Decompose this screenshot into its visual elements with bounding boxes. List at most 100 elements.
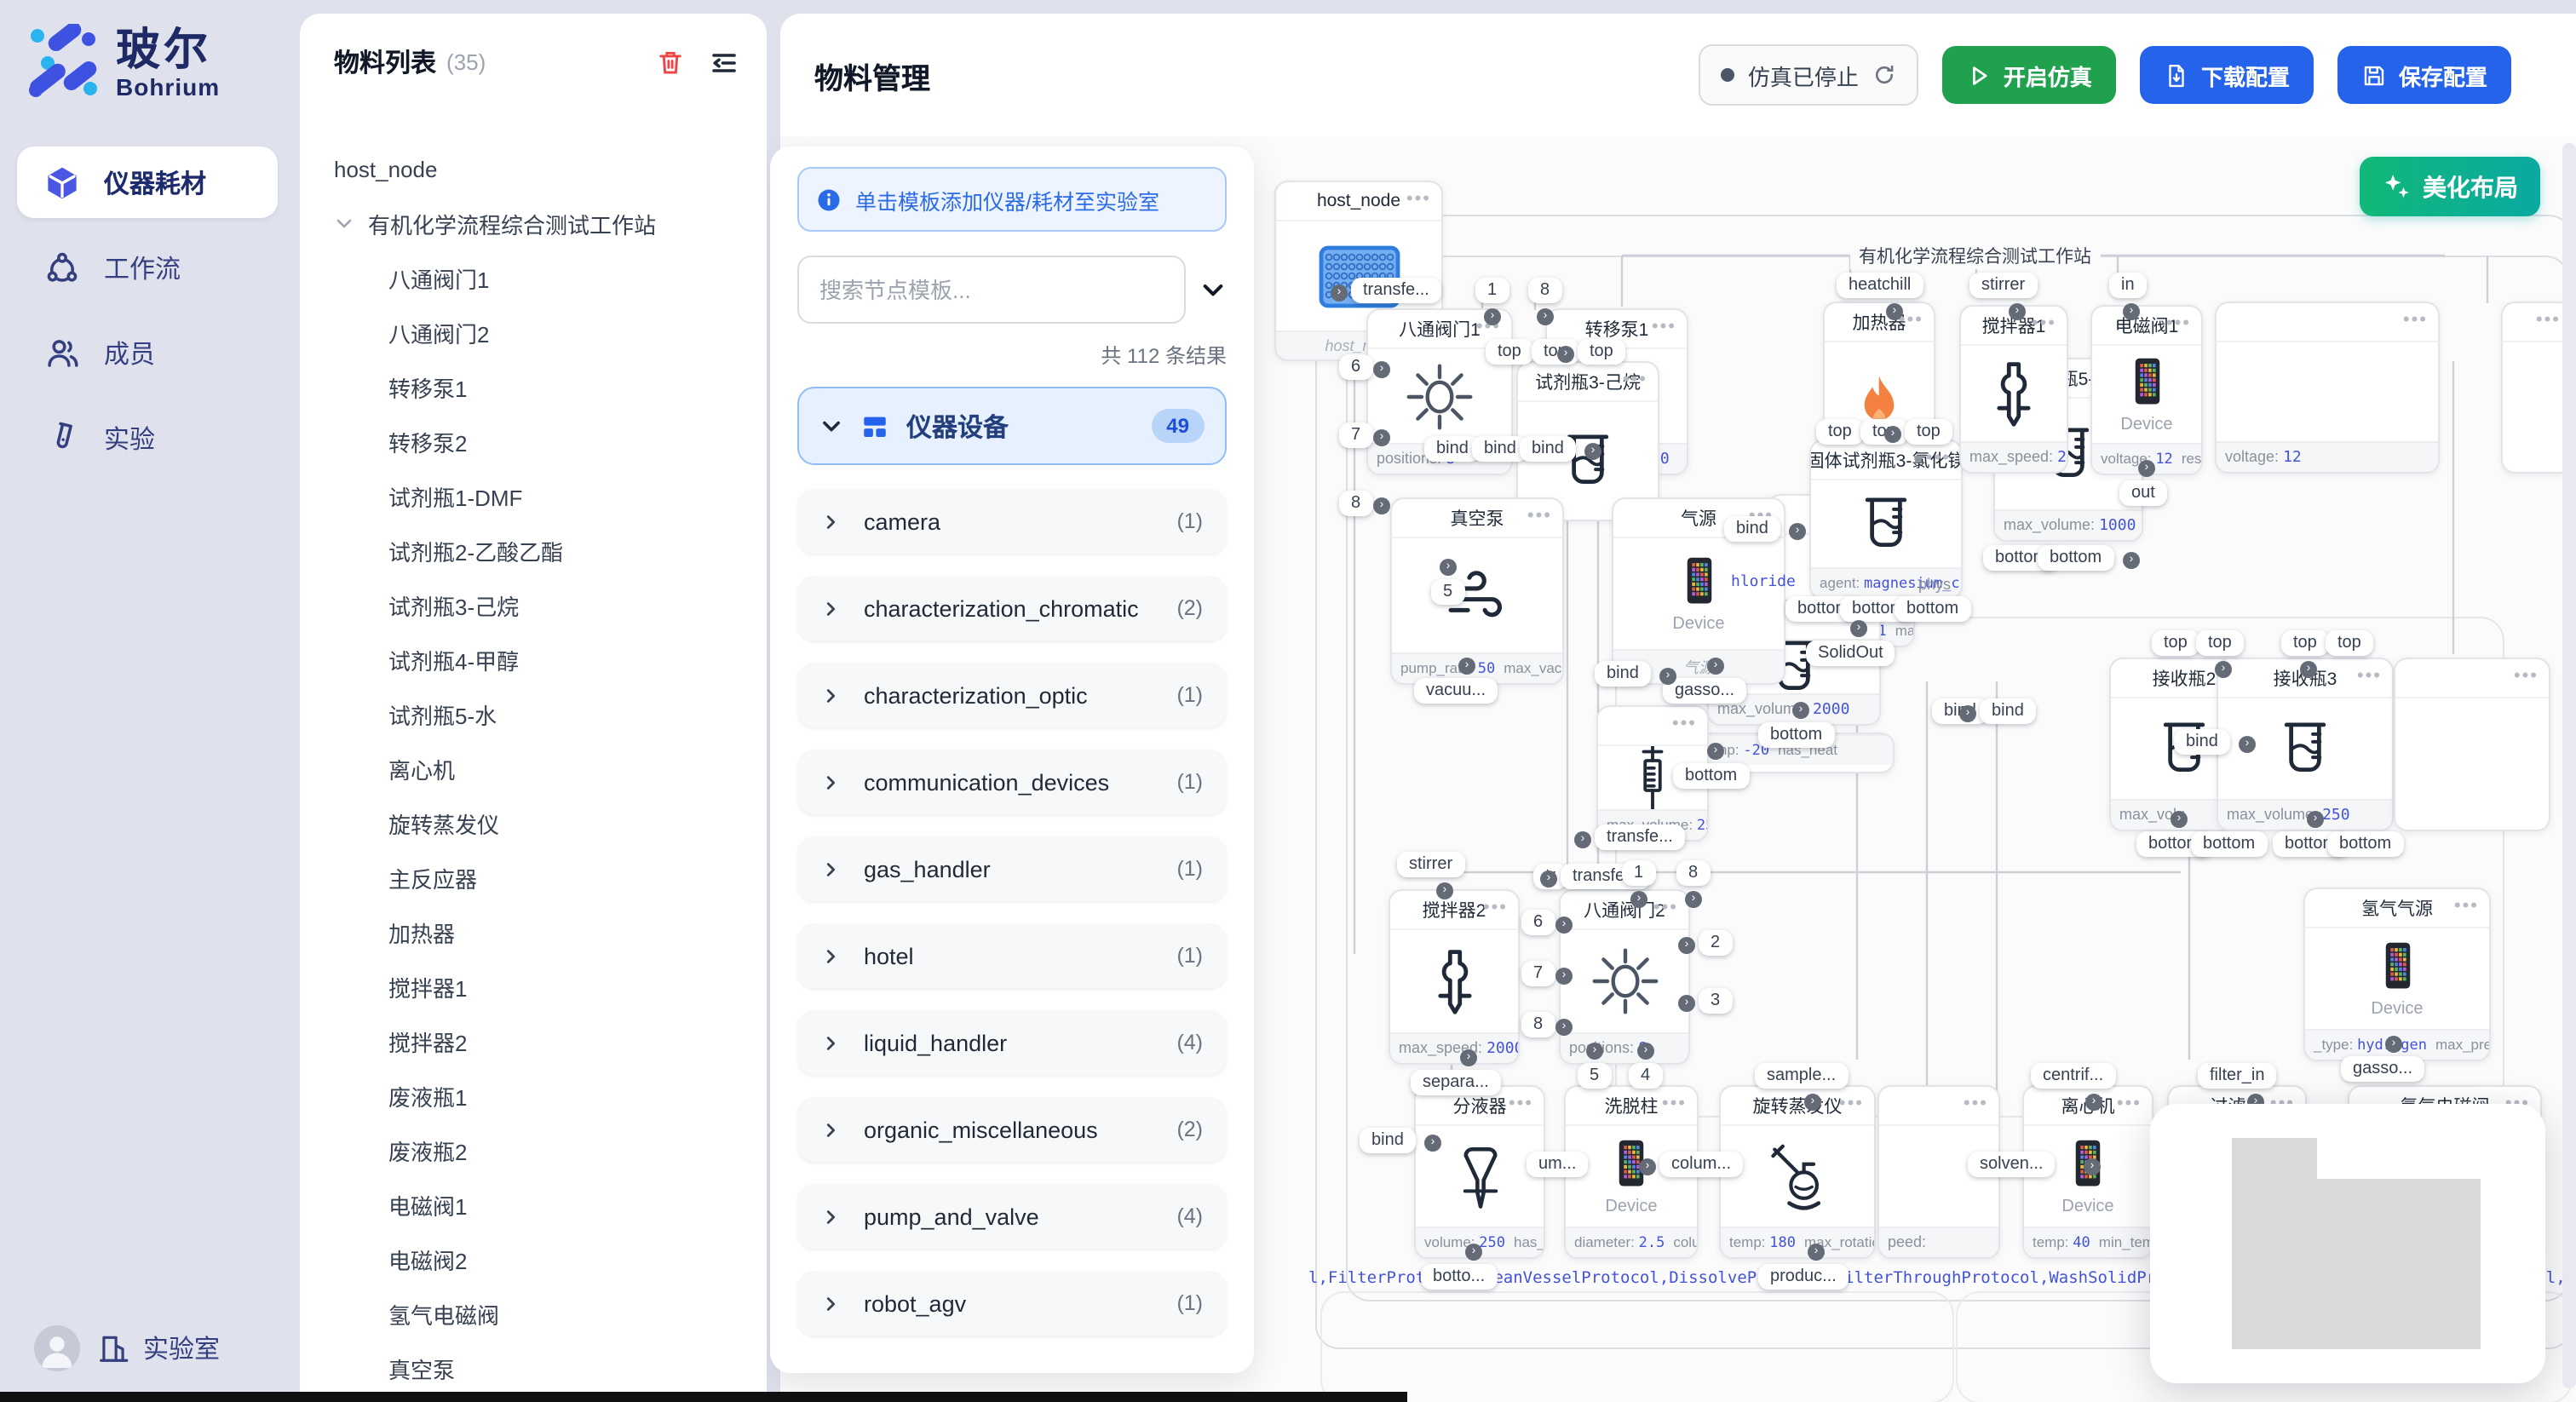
port-pill-um[interactable]: um... [1527,1152,1588,1177]
node-menu-icon[interactable]: ••• [2536,310,2561,330]
node-menu-icon[interactable]: ••• [1662,1094,1687,1114]
node-menu-icon[interactable]: ••• [1406,189,1431,210]
port-pill-transfe[interactable]: transfe... [1351,278,1441,303]
port-pill-7[interactable]: 7 [1339,422,1372,448]
tree-item[interactable]: 八通阀门1 [334,250,767,305]
sidebar-item-1[interactable]: 工作流 [17,232,278,303]
canvas-node-电磁阀1[interactable]: 电磁阀1 •••Devicevoltage: 12response_time: … [2090,305,2203,475]
trash-icon[interactable] [656,48,685,77]
chevron-down-icon[interactable] [334,213,354,233]
port-pill-stirrer[interactable]: stirrer [1969,273,2037,298]
port-pill-gasso[interactable]: gasso... [1663,678,1746,704]
node-menu-icon[interactable]: ••• [2505,1094,2530,1114]
port-pill-vacuu[interactable]: vacuu... [1414,678,1498,704]
category-camera[interactable]: camera(1) [797,489,1227,554]
port-pill-top[interactable]: top [1578,339,1625,365]
tree-item[interactable]: 废液瓶2 [334,1123,767,1177]
sidebar-item-2[interactable]: 成员 [17,317,278,388]
tree-item-root[interactable]: host_node [334,141,767,196]
port-pill-bottom[interactable]: bottom [2038,545,2113,571]
canvas-node-氢气电磁阀[interactable]: 氢气电磁阀 •••Device [2348,1085,2542,1259]
canvas-node-分液器[interactable]: 分液器 ••• volume: 250has_phases: true [1414,1085,1545,1259]
category-communication_devices[interactable]: communication_devices(1) [797,750,1227,814]
port-pill-bottom[interactable]: bottom [1673,763,1749,789]
category-characterization_optic[interactable]: characterization_optic(1) [797,663,1227,727]
node-menu-icon[interactable]: ••• [1652,317,1676,337]
port-pill-6[interactable]: 6 [1339,354,1372,380]
port-pill-top[interactable]: top [1905,419,1952,445]
node-menu-icon[interactable]: ••• [1926,448,1951,468]
canvas-node-真空泵[interactable]: 真空泵 ••• pump_rate: 50max_vacuum: 0.1 [1390,497,1564,685]
port-pill-botto[interactable]: botto... [1421,1264,1497,1290]
category-hotel[interactable]: hotel(1) [797,923,1227,988]
port-pill-top[interactable]: top [2152,630,2199,656]
tree-item[interactable]: 电磁阀2 [334,1232,767,1286]
port-pill-top[interactable]: top [1486,339,1533,365]
category-characterization_chromatic[interactable]: characterization_chromatic(2) [797,576,1227,641]
node-menu-icon[interactable]: ••• [1509,1094,1533,1114]
node-menu-icon[interactable]: ••• [2032,313,2056,334]
avatar[interactable] [34,1325,80,1371]
node-menu-icon[interactable]: ••• [2117,1094,2142,1114]
category-organic_miscellaneous[interactable]: organic_miscellaneous(2) [797,1097,1227,1162]
tree-item[interactable]: 搅拌器2 [334,1014,767,1068]
port-pill-8[interactable]: 8 [1528,278,1561,303]
port-pill-1[interactable]: 1 [1622,860,1655,886]
node-menu-icon[interactable]: ••• [1483,898,1508,918]
port-pill-heatchill[interactable]: heatchill [1837,273,1923,298]
canvas-node-固体试剂瓶3-氯化镁[interactable]: 固体试剂瓶3-氯化镁 ••• agent: magnesium_chloride [1809,440,1963,600]
port-pill-4[interactable]: 4 [1629,1063,1662,1089]
collapse-list-icon[interactable] [709,47,739,78]
tree-item[interactable]: 氢气电磁阀 [334,1286,767,1341]
tree-item[interactable]: 电磁阀1 [334,1177,767,1232]
collapse-all-icon[interactable] [1199,276,1227,303]
save-config-button[interactable]: 保存配置 [2337,46,2511,104]
port-pill-gasso[interactable]: gasso... [2341,1056,2424,1082]
port-pill-transfe[interactable]: transfe... [1595,825,1685,850]
port-pill-stirrer[interactable]: stirrer [1397,852,1464,877]
port-pill-top[interactable]: top [1532,339,1579,365]
download-config-button[interactable]: 下载配置 [2140,46,2314,104]
port-pill-separa[interactable]: separa... [1411,1070,1501,1095]
tree-item[interactable]: 离心机 [334,741,767,796]
node-menu-icon[interactable]: ••• [2454,896,2479,916]
tree-item[interactable]: 废液瓶1 [334,1068,767,1123]
port-pill-1[interactable]: 1 [1475,278,1509,303]
node-menu-icon[interactable]: ••• [1527,506,1552,526]
port-pill-bind[interactable]: bind [2174,729,2230,755]
port-pill-top[interactable]: top [1816,419,1864,445]
port-pill-SolidOut[interactable]: SolidOut [1806,641,1895,666]
port-pill-bind[interactable]: bind [1595,661,1651,687]
tree-item[interactable]: 试剂瓶4-甲醇 [334,632,767,687]
port-pill-8[interactable]: 8 [1521,1012,1555,1037]
node-menu-icon[interactable]: ••• [1839,1094,1864,1114]
port-pill-5[interactable]: 5 [1431,579,1464,605]
port-pill-2[interactable]: 2 [1699,930,1732,956]
port-pill-centrif[interactable]: centrif... [2031,1063,2115,1089]
node-menu-icon[interactable]: ••• [2166,313,2191,334]
search-input[interactable] [797,256,1186,324]
tree-item[interactable]: 试剂瓶5-水 [334,687,767,741]
port-pill-bind[interactable]: bind [1980,698,2036,724]
node-menu-icon[interactable]: ••• [2403,310,2428,330]
category-pump_and_valve[interactable]: pump_and_valve(4) [797,1184,1227,1249]
port-pill-3[interactable]: 3 [1699,988,1732,1014]
tree-item[interactable]: 真空泵 [334,1341,767,1395]
port-pill-bind[interactable]: bind [1360,1128,1416,1153]
tree-item[interactable]: 试剂瓶2-乙酸乙酯 [334,523,767,577]
node-menu-icon[interactable]: ••• [2514,666,2539,687]
canvas-node-搅拌器1[interactable]: 搅拌器1 ••• max_speed: 2000 [1959,305,2068,474]
tree-item[interactable]: 八通阀门2 [334,305,767,359]
tree-item[interactable]: 转移泵1 [334,359,767,414]
section-instrument-devices[interactable]: 仪器设备 49 [797,387,1227,465]
category-robot_agv[interactable]: robot_agv(1) [797,1271,1227,1336]
port-pill-bottom[interactable]: bottom [2191,831,2267,857]
canvas-node-接收瓶3[interactable]: 接收瓶3 ••• max_volume: 250 [2217,658,2394,831]
port-pill-bind[interactable]: bind [1724,516,1780,542]
sidebar-item-0[interactable]: 仪器耗材 [17,147,278,218]
port-pill-sample[interactable]: sample... [1755,1063,1848,1089]
port-pill-filterin[interactable]: filter_in [2198,1063,2277,1089]
tree-item[interactable]: 转移泵2 [334,414,767,468]
port-pill-top[interactable]: top [2281,630,2329,656]
category-liquid_handler[interactable]: liquid_handler(4) [797,1010,1227,1075]
